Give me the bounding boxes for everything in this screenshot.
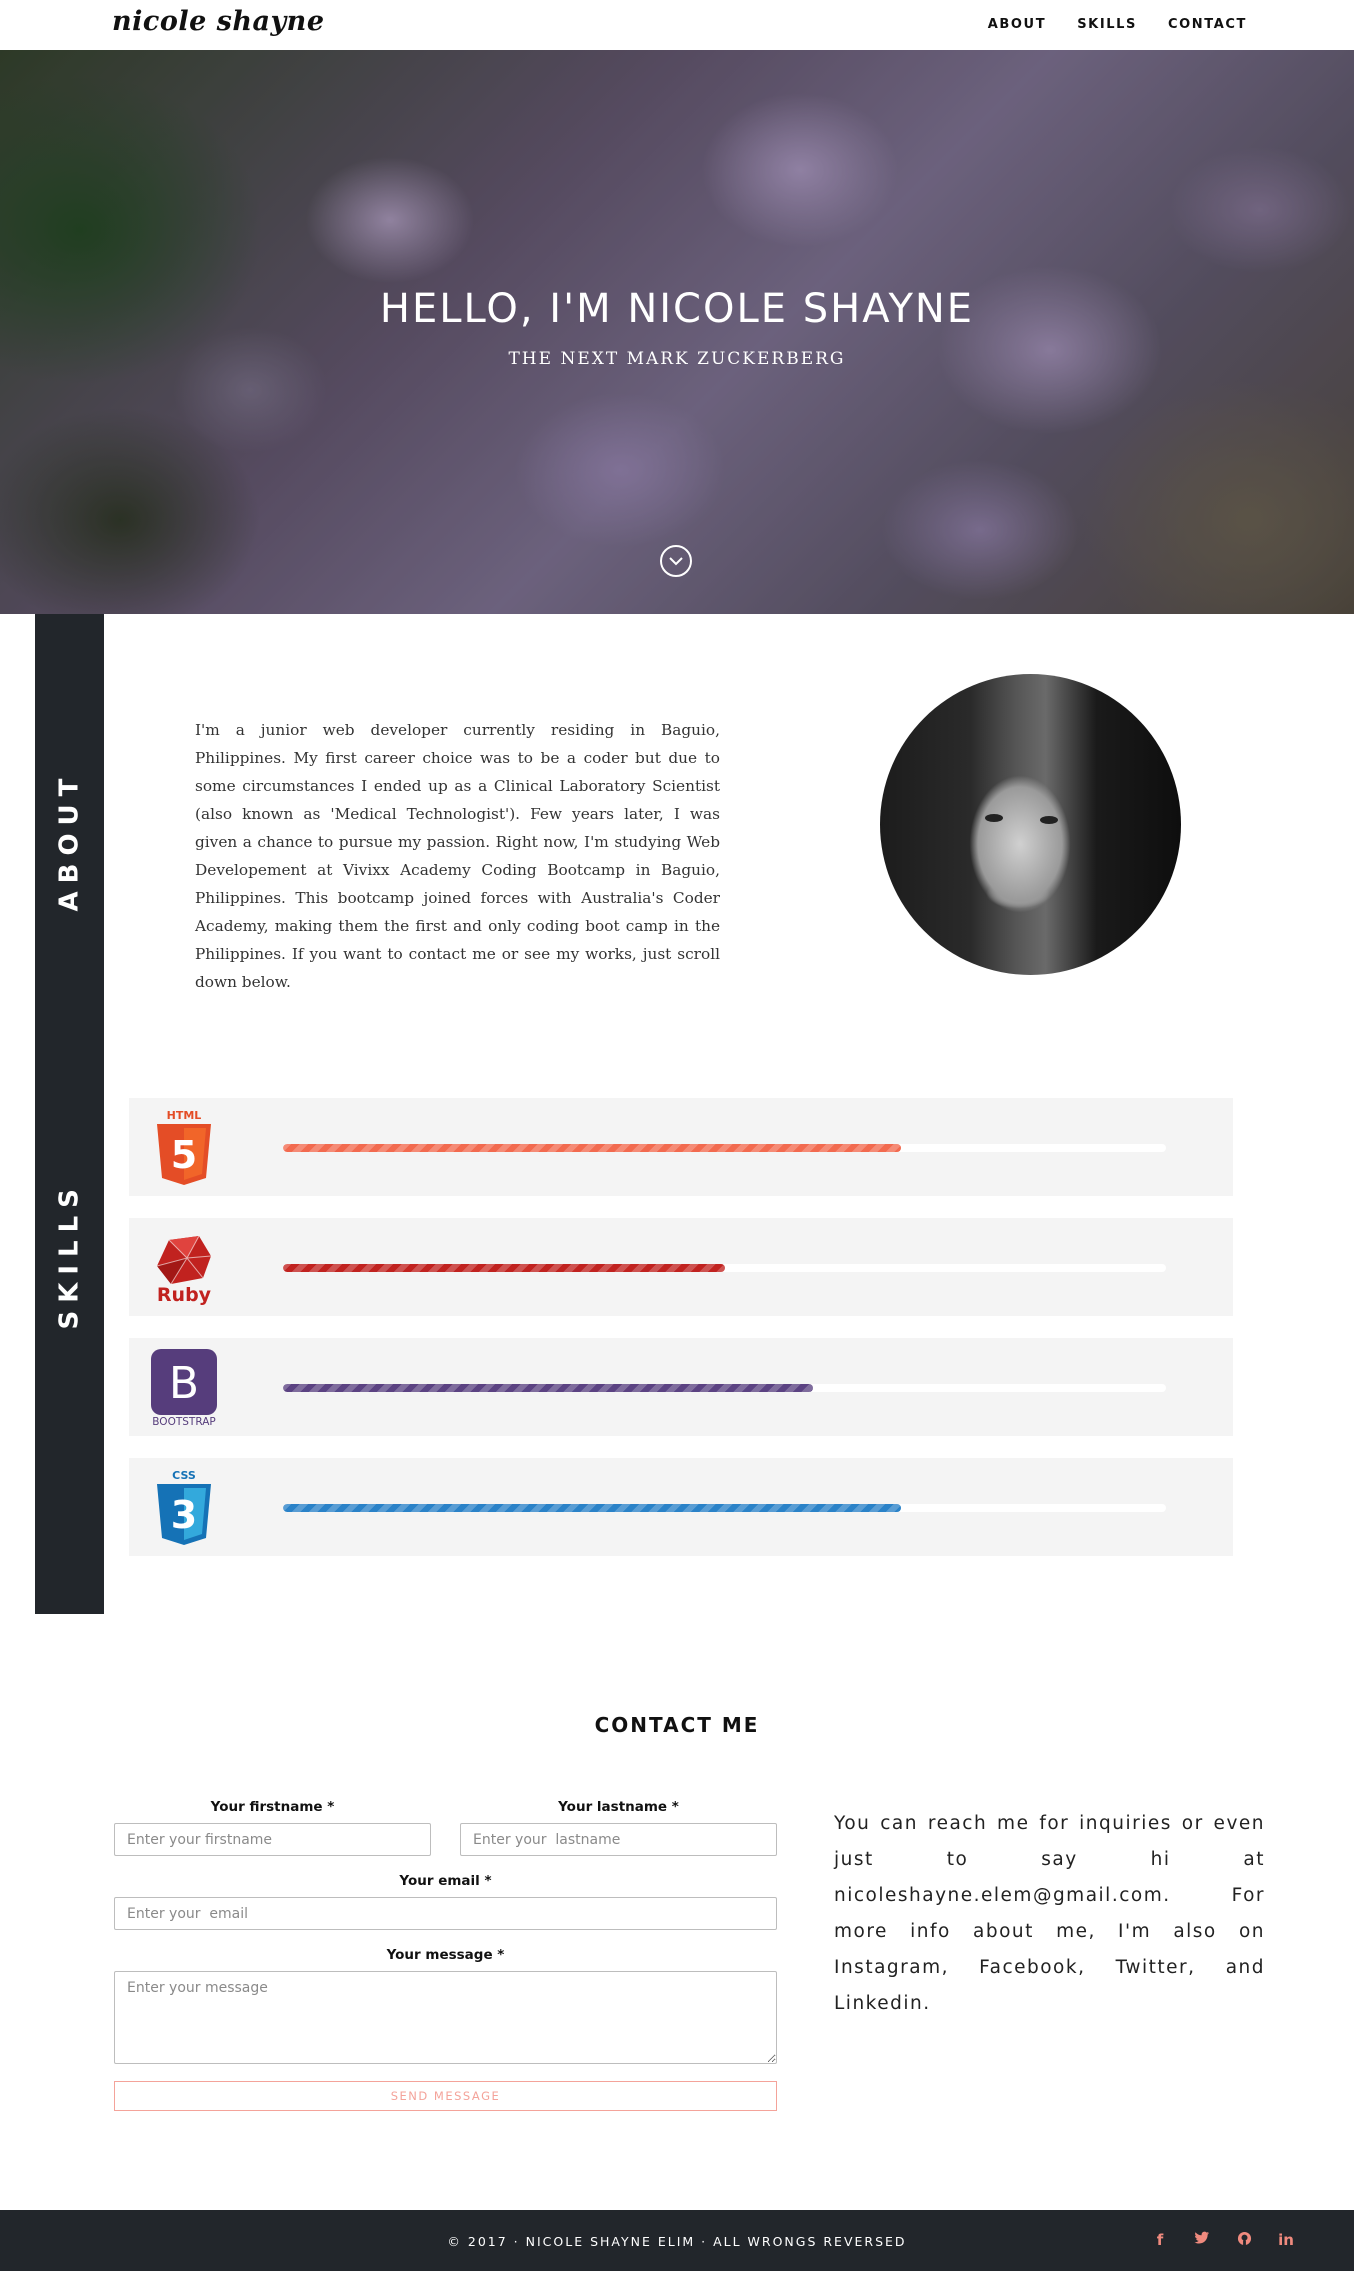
skill-fill-html bbox=[283, 1144, 902, 1152]
hero-banner: HELLO, I'M NICOLE SHAYNE THE NEXT MARK Z… bbox=[0, 50, 1354, 614]
css3-logo-text: CSS bbox=[172, 1469, 196, 1482]
skill-fill-bootstrap bbox=[283, 1384, 813, 1392]
skill-fill-css bbox=[283, 1504, 902, 1512]
skill-row-html: HTML 5 bbox=[129, 1098, 1233, 1196]
skill-row-css: CSS 3 bbox=[129, 1458, 1233, 1556]
bootstrap-logo-text: BOOTSTRAP bbox=[152, 1416, 215, 1426]
svg-text:5: 5 bbox=[171, 1133, 197, 1177]
github-icon[interactable] bbox=[1234, 2231, 1254, 2250]
email-label: Your email * bbox=[399, 1873, 492, 1889]
twitter-icon[interactable] bbox=[1192, 2231, 1212, 2250]
message-label: Your message * bbox=[386, 1947, 505, 1963]
about-text: I'm a junior web developer currently res… bbox=[195, 721, 720, 991]
skill-row-ruby: Ruby bbox=[129, 1218, 1233, 1316]
skill-bar-bootstrap bbox=[283, 1384, 1166, 1392]
about-section-label: ABOUT bbox=[35, 771, 104, 912]
avatar-eye-right bbox=[1040, 816, 1058, 824]
skill-bar-ruby bbox=[283, 1264, 1166, 1272]
brand-logo[interactable]: nicole shayne bbox=[112, 6, 325, 37]
send-message-button[interactable]: SEND MESSAGE bbox=[114, 2081, 777, 2111]
lastname-field[interactable] bbox=[460, 1823, 777, 1856]
skill-bar-css bbox=[283, 1504, 1166, 1512]
nav-links: ABOUT SKILLS CONTACT bbox=[988, 17, 1247, 32]
html5-logo-text: HTML bbox=[167, 1109, 202, 1122]
section-sidebar bbox=[35, 614, 104, 1614]
linkedin-icon[interactable]: in bbox=[1276, 2231, 1296, 2250]
hero-overlay bbox=[0, 50, 1354, 614]
bootstrap-logo: B BOOTSTRAP bbox=[151, 1349, 217, 1426]
facebook-icon[interactable]: f bbox=[1150, 2231, 1170, 2250]
contact-title: CONTACT ME bbox=[594, 1713, 760, 1737]
hero-subtitle: THE NEXT MARK ZUCKERBERG bbox=[508, 349, 846, 369]
avatar bbox=[880, 674, 1181, 975]
skill-row-bootstrap: B BOOTSTRAP bbox=[129, 1338, 1233, 1436]
html5-logo: HTML 5 bbox=[157, 1109, 211, 1185]
contact-info-text: You can reach me for inquiries or even j… bbox=[834, 1813, 1265, 2014]
social-links: f in bbox=[1150, 2231, 1296, 2250]
navbar: nicole shayne ABOUT SKILLS CONTACT bbox=[0, 0, 1354, 50]
chevron-down-icon[interactable] bbox=[660, 545, 692, 577]
ruby-logo: Ruby bbox=[156, 1235, 212, 1306]
message-field[interactable] bbox=[114, 1971, 777, 2064]
firstname-field[interactable] bbox=[114, 1823, 431, 1856]
ruby-logo-text: Ruby bbox=[157, 1284, 212, 1306]
nav-link-contact[interactable]: CONTACT bbox=[1168, 17, 1247, 32]
firstname-label: Your firstname * bbox=[210, 1799, 335, 1815]
avatar-eye-left bbox=[985, 814, 1003, 822]
email-field[interactable] bbox=[114, 1897, 777, 1930]
css3-logo: CSS 3 bbox=[157, 1469, 211, 1545]
nav-link-about[interactable]: ABOUT bbox=[988, 17, 1046, 32]
skills-section-label: SKILLS bbox=[35, 1181, 104, 1329]
footer: © 2017 · NICOLE SHAYNE ELIM · ALL WRONGS… bbox=[0, 2210, 1354, 2271]
skill-fill-ruby bbox=[283, 1264, 725, 1272]
svg-text:B: B bbox=[169, 1358, 199, 1409]
nav-link-skills[interactable]: SKILLS bbox=[1077, 17, 1137, 32]
lastname-label: Your lastname * bbox=[558, 1799, 679, 1815]
hero-title: HELLO, I'M NICOLE SHAYNE bbox=[379, 286, 975, 332]
svg-text:3: 3 bbox=[171, 1493, 197, 1537]
skill-bar-html bbox=[283, 1144, 1166, 1152]
